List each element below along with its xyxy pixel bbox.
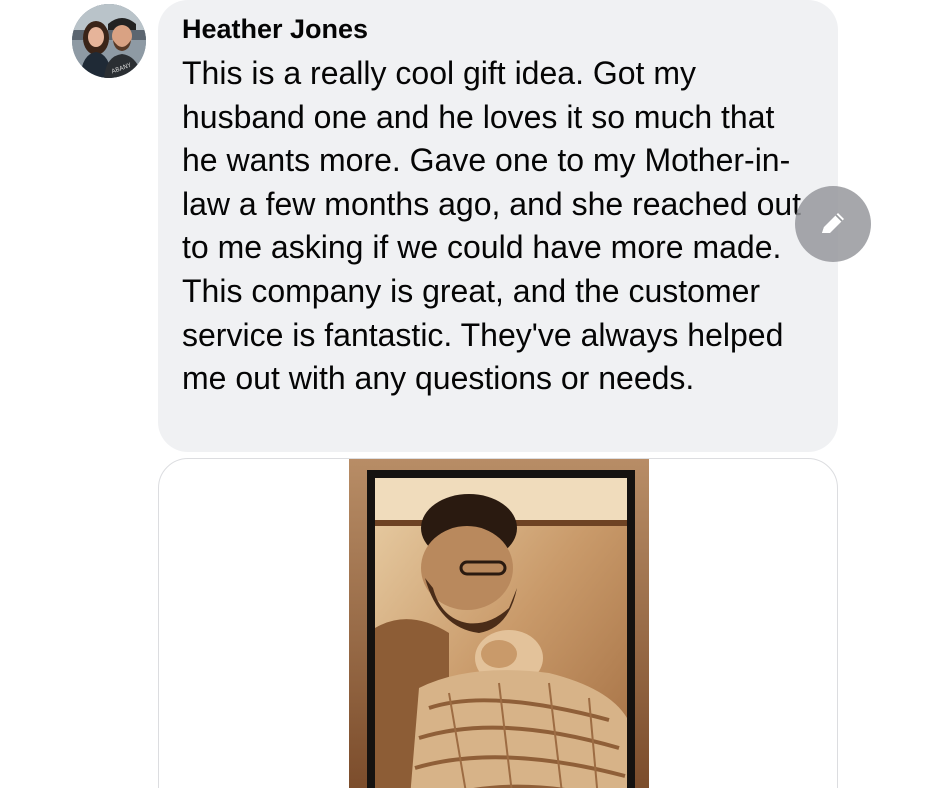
edit-button[interactable] [795,186,871,262]
comment-author[interactable]: Heather Jones [182,12,816,46]
pencil-icon [822,213,844,233]
avatar[interactable]: ABANY [72,4,146,78]
avatar-photo: ABANY [72,4,146,78]
attachment-card [158,458,838,788]
comment-bubble: Heather Jones This is a really cool gift… [158,0,838,452]
comment-thread: ABANY Heather Jones This is a really coo… [0,0,940,788]
attachment-photo[interactable] [349,459,649,788]
comment-text: This is a really cool gift idea. Got my … [182,55,802,397]
engraved-wood-photo [349,459,649,788]
